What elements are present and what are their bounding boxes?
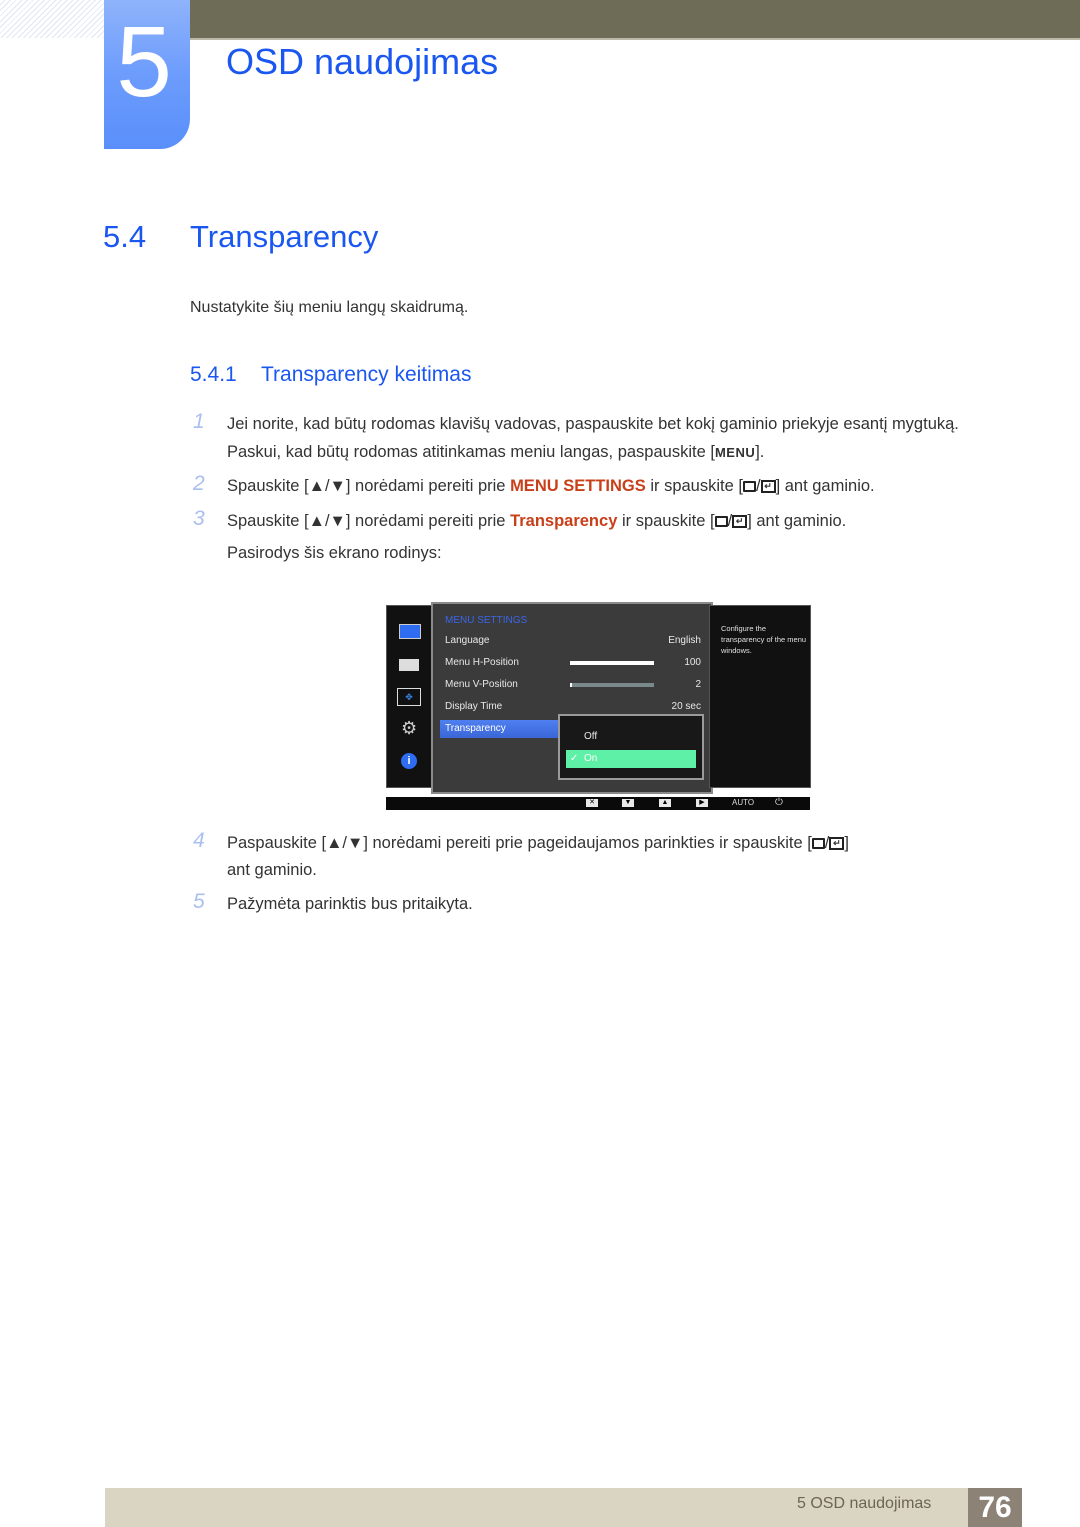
info-icon: i: [401, 753, 417, 769]
osd-row-menu-h-position[interactable]: Menu H-Position 100: [445, 655, 701, 671]
osd-menu-panel: MENU SETTINGS Language English Menu H-Po…: [431, 602, 713, 794]
source-icon: [714, 516, 728, 528]
step-number: 1: [193, 410, 205, 433]
label: Transparency: [445, 723, 506, 734]
text: ir spauskite [: [645, 477, 743, 495]
label: Off: [584, 731, 598, 742]
text: ].: [755, 443, 765, 461]
step-2-line: Spauskite [▲/▼] norėdami pereiti prie ME…: [227, 477, 875, 496]
step-4-line-2: ant gaminio.: [227, 861, 317, 879]
gear-icon: ⚙: [401, 718, 418, 738]
up-down-arrows-icon: ▲/▼: [308, 477, 346, 495]
option-off[interactable]: Off: [566, 728, 696, 746]
source-icon: [811, 838, 825, 850]
up-down-arrows-icon: ▲/▼: [326, 834, 364, 852]
step-3-line-2: Pasirodys šis ekrano rodinys:: [227, 544, 442, 562]
header-hatch-decoration: [0, 0, 104, 38]
h-position-slider[interactable]: [570, 661, 654, 665]
text: ] norėdami pereiti prie pageidaujamos pa…: [363, 834, 812, 852]
step-number: 4: [193, 829, 205, 852]
close-icon[interactable]: ✕: [586, 799, 598, 807]
right-icon[interactable]: ▶: [696, 799, 708, 807]
picture-icon: [399, 624, 421, 639]
position-icon: ✥: [397, 688, 421, 706]
osd-button-bar: ✕ ▼ ▲ ▶ AUTO ⏻: [386, 797, 810, 810]
section-title: Transparency: [190, 219, 379, 254]
label: Menu V-Position: [445, 679, 518, 690]
osd-row-transparency[interactable]: Transparency: [440, 720, 560, 738]
osd-sidebar: ✥ ⚙ i: [386, 605, 434, 788]
text: ]: [844, 834, 849, 852]
subsection-number: 5.4.1: [190, 363, 237, 386]
down-icon[interactable]: ▼: [622, 799, 634, 807]
value: 2: [695, 679, 701, 690]
label: Display Time: [445, 701, 503, 712]
osd-row-menu-v-position[interactable]: Menu V-Position 2: [445, 677, 701, 693]
text: ] norėdami pereiti prie: [345, 477, 511, 495]
step-4-line: Paspauskite [▲/▼] norėdami pereiti prie …: [227, 834, 849, 853]
highlight-menu-settings: MENU SETTINGS: [510, 477, 646, 495]
text: Spauskite [: [227, 477, 309, 495]
menu-key: MENU: [714, 445, 756, 460]
source-icon: [742, 481, 756, 493]
option-on[interactable]: ✓ On: [566, 750, 696, 768]
highlight-transparency: Transparency: [510, 512, 618, 530]
auto-button[interactable]: AUTO: [732, 798, 754, 807]
chapter-title: OSD naudojimas: [226, 41, 499, 82]
step-number: 5: [193, 890, 205, 913]
up-icon[interactable]: ▲: [659, 799, 671, 807]
enter-icon: ↵: [829, 837, 845, 851]
help-text: Configure the transparency of the menu w…: [721, 624, 807, 655]
value: English: [668, 635, 701, 646]
text: Spauskite [: [227, 512, 309, 530]
header-bar: [190, 0, 1080, 38]
page-number: 76: [978, 1491, 1012, 1524]
step-number: 2: [193, 472, 205, 495]
v-position-slider[interactable]: [570, 683, 654, 687]
power-icon[interactable]: ⏻: [775, 797, 783, 808]
check-icon: ✓: [570, 753, 579, 764]
color-icon: [399, 659, 419, 671]
label: Menu H-Position: [445, 657, 519, 668]
step-number: 3: [193, 507, 205, 530]
osd-row-display-time[interactable]: Display Time 20 sec: [445, 699, 701, 715]
text: Paspauskite [: [227, 834, 327, 852]
text: Paskui, kad būtų rodomas atitinkamas men…: [227, 443, 715, 461]
step-1-line-2: Paskui, kad būtų rodomas atitinkamas men…: [227, 443, 764, 462]
footer-chapter: 5 OSD naudojimas: [797, 1495, 932, 1512]
chapter-number: 5: [116, 6, 172, 118]
osd-help-panel: Configure the transparency of the menu w…: [709, 605, 811, 788]
subsection-title: Transparency keitimas: [261, 363, 472, 386]
header-rule: [190, 38, 1080, 40]
enter-icon: ↵: [732, 515, 748, 529]
text: ] ant gaminio.: [775, 477, 875, 495]
enter-icon: ↵: [760, 480, 776, 494]
transparency-options-popup: Off ✓ On: [558, 714, 704, 780]
text: ] norėdami pereiti prie: [345, 512, 511, 530]
value: 20 sec: [671, 701, 701, 712]
text: ] ant gaminio.: [747, 512, 847, 530]
slider-fill: [570, 661, 654, 665]
label: On: [584, 753, 598, 764]
value: 100: [684, 657, 701, 668]
text: ir spauskite [: [617, 512, 715, 530]
slider-fill: [570, 683, 572, 687]
section-intro: Nustatykite šių meniu langų skaidrumą.: [190, 299, 469, 316]
step-1-line-1: Jei norite, kad būtų rodomas klavišų vad…: [227, 415, 959, 433]
section-number: 5.4: [103, 219, 147, 254]
up-down-arrows-icon: ▲/▼: [308, 512, 346, 530]
step-3-line: Spauskite [▲/▼] norėdami pereiti prie Tr…: [227, 512, 846, 531]
label: Language: [445, 635, 490, 646]
osd-row-language[interactable]: Language English: [445, 633, 701, 649]
step-5-line: Pažymėta parinktis bus pritaikyta.: [227, 895, 473, 913]
osd-heading: MENU SETTINGS: [445, 615, 528, 626]
